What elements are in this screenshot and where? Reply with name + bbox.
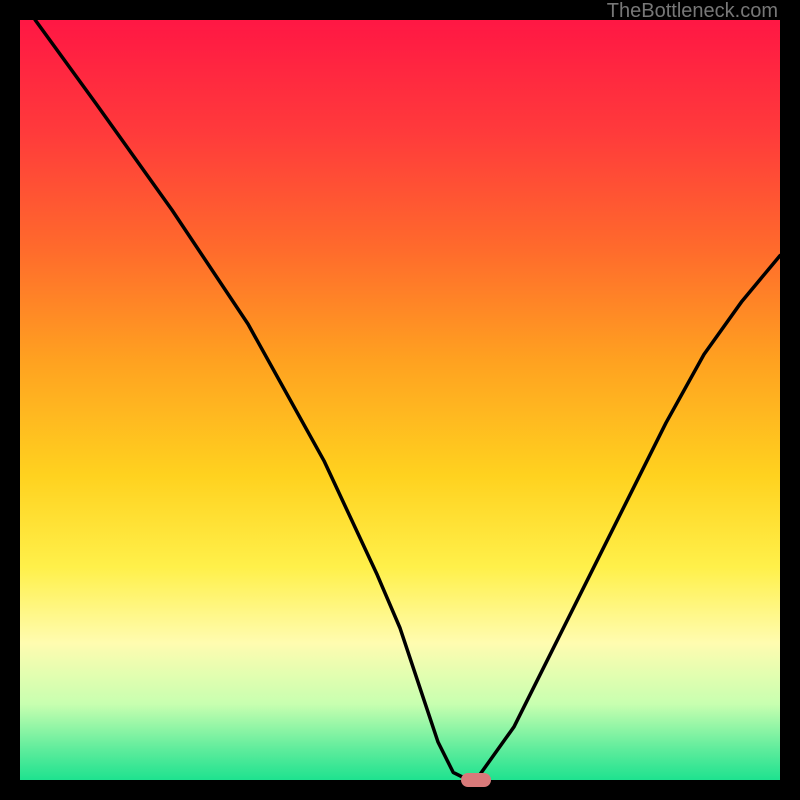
optimal-marker — [461, 773, 491, 787]
bottleneck-curve — [20, 20, 780, 780]
watermark: TheBottleneck.com — [607, 0, 778, 23]
chart-area — [20, 20, 780, 780]
